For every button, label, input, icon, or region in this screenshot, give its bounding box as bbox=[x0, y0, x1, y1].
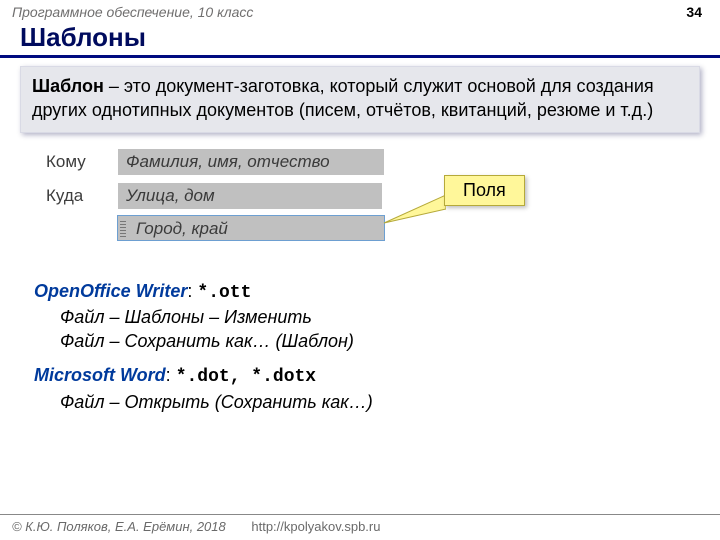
form-row-to: Кому Фамилия, имя, отчество bbox=[46, 149, 384, 175]
page-title: Шаблоны bbox=[0, 20, 720, 58]
form-row-city: Город, край bbox=[117, 215, 385, 241]
callout-fields: Поля bbox=[444, 175, 525, 206]
form-label-where: Куда bbox=[46, 186, 118, 206]
openoffice-ext: *.ott bbox=[197, 283, 251, 303]
msword-section: Microsoft Word: *.dot, *.dotx Файл – Отк… bbox=[34, 363, 720, 414]
callout-arrow-icon bbox=[382, 195, 446, 225]
form-field-name: Фамилия, имя, отчество bbox=[118, 149, 384, 175]
course-name: Программное обеспечение, 10 класс bbox=[12, 4, 253, 20]
msword-line1: Файл – Открыть (Сохранить как…) bbox=[60, 390, 720, 414]
slide-header: Программное обеспечение, 10 класс 34 bbox=[0, 0, 720, 20]
form-row-where: Куда Улица, дом bbox=[46, 183, 382, 209]
slide-footer: © К.Ю. Поляков, Е.А. Ерёмин, 2018 http:/… bbox=[0, 514, 720, 540]
footer-url: http://kpolyakov.spb.ru bbox=[251, 519, 380, 534]
openoffice-section: OpenOffice Writer: *.ott Файл – Шаблоны … bbox=[34, 279, 720, 354]
copyright: © К.Ю. Поляков, Е.А. Ерёмин, 2018 bbox=[12, 519, 226, 534]
template-example: Кому Фамилия, имя, отчество Куда Улица, … bbox=[46, 147, 606, 267]
form-field-street: Улица, дом bbox=[118, 183, 382, 209]
definition-box: Шаблон – это документ-заготовка, который… bbox=[20, 66, 700, 133]
openoffice-line1: Файл – Шаблоны – Изменить bbox=[60, 305, 720, 329]
msword-app: Microsoft Word bbox=[34, 365, 166, 385]
form-field-city: Город, край bbox=[117, 215, 385, 241]
form-label-to: Кому bbox=[46, 152, 118, 172]
form-field-city-text: Город, край bbox=[136, 219, 228, 238]
openoffice-line2: Файл – Сохранить как… (Шаблон) bbox=[60, 329, 720, 353]
msword-ext: *.dot, *.dotx bbox=[176, 367, 316, 387]
page-number: 34 bbox=[686, 4, 702, 20]
definition-term: Шаблон bbox=[32, 76, 104, 96]
definition-text: – это документ-заготовка, который служит… bbox=[32, 76, 654, 120]
openoffice-app: OpenOffice Writer bbox=[34, 281, 187, 301]
